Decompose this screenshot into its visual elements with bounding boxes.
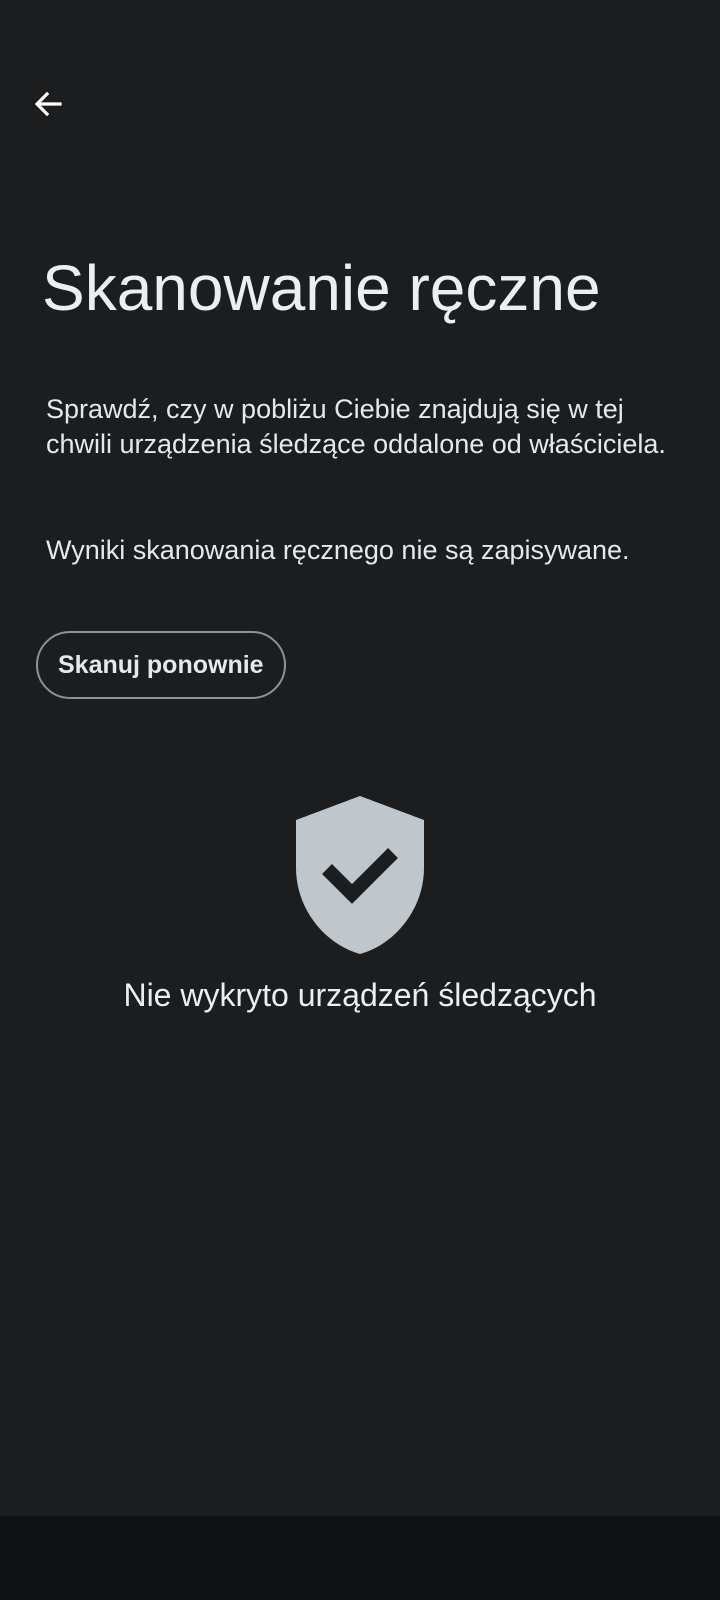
- system-navigation-bar: [0, 1516, 720, 1600]
- page-title: Skanowanie ręczne: [42, 252, 601, 324]
- note-text: Wyniki skanowania ręcznego nie są zapisy…: [46, 535, 630, 565]
- shield-check-icon: [296, 796, 424, 954]
- back-button[interactable]: [20, 76, 76, 132]
- no-trackers-status: Nie wykryto urządzeń śledzących: [123, 977, 597, 1013]
- description-text: Sprawdź, czy w pobliżu Ciebie znajdują s…: [46, 394, 666, 459]
- rescan-button[interactable]: Skanuj ponownie: [36, 631, 286, 699]
- arrow-back-icon: [32, 88, 64, 120]
